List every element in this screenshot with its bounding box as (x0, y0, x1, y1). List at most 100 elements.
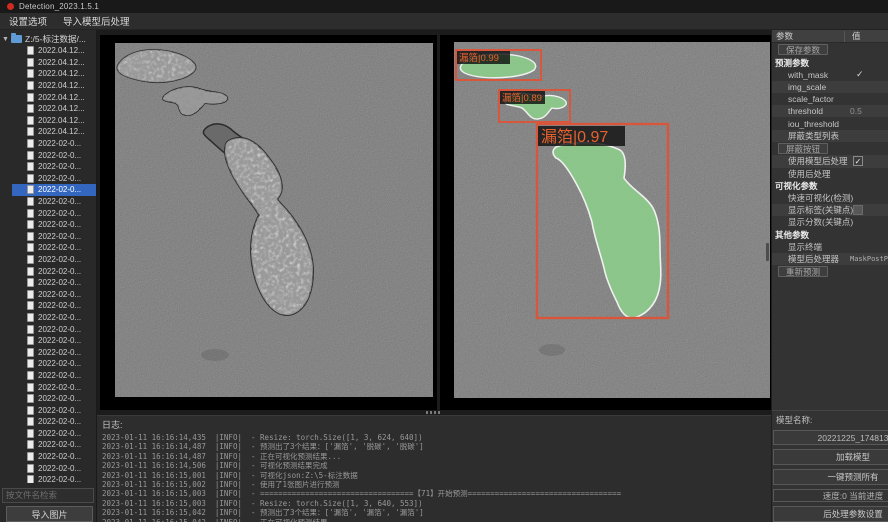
tree-item-label: 2022-02-0... (38, 325, 81, 334)
tree-item[interactable]: 2022.04.12... (0, 68, 96, 80)
file-icon (27, 348, 34, 357)
param-row[interactable]: 使用模型后处理✓ (772, 155, 888, 167)
param-row[interactable]: with_mask✓ (772, 69, 888, 81)
tree-item[interactable]: 2022-02-0... (0, 138, 96, 150)
menu-settings[interactable]: 设置选项 (9, 14, 47, 28)
tree-item[interactable]: 2022-02-0... (0, 173, 96, 185)
tree-item[interactable]: 2022-02-0... (0, 231, 96, 243)
param-row[interactable]: 使用后处理 (772, 168, 888, 180)
postprocess-params-button[interactable]: 后处理参数设置 (773, 506, 888, 522)
tree-item[interactable]: 2022-02-0... (0, 161, 96, 173)
prediction-image-panel[interactable]: 漏箔|0.99 漏箔|0.89 漏箔|0.97 (440, 35, 771, 410)
param-label: iou_threshold (772, 119, 839, 129)
param-row[interactable]: 显示标签(关键点) (772, 204, 888, 216)
tree-item[interactable]: 2022-02-0... (0, 265, 96, 277)
import-image-button[interactable]: 导入图片 (6, 506, 93, 522)
file-icon (27, 429, 34, 438)
tree-item[interactable]: 2022-02-0... (0, 242, 96, 254)
file-icon (27, 267, 34, 276)
param-row[interactable]: 屏蔽类型列表 (772, 130, 888, 142)
tree-item-label: 2022-02-0... (38, 336, 81, 345)
tree-item[interactable]: 2022-02-0... (0, 393, 96, 405)
tree-item[interactable]: 2022-02-0... (0, 277, 96, 289)
predict-all-button[interactable]: 一键预测所有 (773, 469, 888, 485)
tree-item-label: 2022.04.12... (38, 127, 85, 136)
param-row[interactable]: 显示终端 (772, 241, 888, 253)
tree-item[interactable]: 2022-02-0... (0, 381, 96, 393)
tree-item[interactable]: 2022-02-0... (0, 184, 96, 196)
model-name-box[interactable]: 20221225_174813 (773, 430, 888, 445)
log-line: 2023-01-11 16:16:15,003 |INFO| - Resize:… (102, 499, 771, 508)
tree-item[interactable]: 2022-02-0... (0, 462, 96, 474)
param-button-row: 重新预测 (772, 265, 888, 279)
panel-button[interactable]: 重新预测 (778, 266, 828, 277)
checkmark-icon: ✓ (856, 69, 864, 80)
tree-item[interactable]: 2022-02-0... (0, 451, 96, 463)
param-row[interactable]: iou_threshold (772, 117, 888, 129)
load-model-button[interactable]: 加载模型 (773, 449, 888, 465)
tree-item[interactable]: 2022.04.12... (0, 115, 96, 127)
tree-item[interactable]: 2022-02-0... (0, 254, 96, 266)
panel-button[interactable]: 屏蔽按钮 (778, 143, 828, 154)
file-search-box (2, 485, 94, 503)
tree-item[interactable]: 2022-02-0... (0, 288, 96, 300)
tree-item-label: 2022-02-0... (38, 232, 81, 241)
tree-item[interactable]: 2022-02-0... (0, 335, 96, 347)
search-input[interactable] (2, 488, 94, 503)
tree-item[interactable]: 2022-02-0... (0, 196, 96, 208)
tree-item[interactable]: 2022.04.12... (0, 57, 96, 69)
log-area: 日志: 2023-01-11 16:16:14,435 |INFO| - Res… (97, 415, 771, 522)
param-row[interactable]: scale_factor (772, 93, 888, 105)
param-section: 其他参数 (772, 228, 888, 240)
checkbox-unchecked[interactable] (853, 205, 863, 215)
param-label: 显示分数(关键点) (772, 216, 853, 228)
panel-button[interactable]: 保存参数 (778, 44, 828, 55)
tree-item[interactable]: 2022-02-0... (0, 416, 96, 428)
tree-item-label: 2022-02-0... (38, 139, 81, 148)
tree-item[interactable]: 2022.04.12... (0, 103, 96, 115)
tree-item[interactable]: 2022-02-0... (0, 312, 96, 324)
label-1: 漏箔|0.99 (459, 52, 499, 64)
tree-item-label: 2022-02-0... (38, 417, 81, 426)
tree-item[interactable]: 2022.04.12... (0, 80, 96, 92)
tree-item-label: 2022-02-0... (38, 290, 81, 299)
tree-item[interactable]: 2022-02-0... (0, 207, 96, 219)
tree-item[interactable]: 2022-02-0... (0, 323, 96, 335)
tree-item[interactable]: 2022-02-0... (0, 149, 96, 161)
param-row[interactable]: img_scale (772, 81, 888, 93)
tree-item[interactable]: 2022.04.12... (0, 126, 96, 138)
param-row[interactable]: 显示分数(关键点) (772, 216, 888, 228)
tree-item[interactable]: 2022-02-0... (0, 346, 96, 358)
tree-root[interactable]: ▼ Z:/5-标注数据/... (0, 33, 96, 45)
tree-item[interactable]: 2022-02-0... (0, 474, 96, 483)
tree-item[interactable]: 2022-02-0... (0, 370, 96, 382)
tree-item[interactable]: 2022.04.12... (0, 91, 96, 103)
checkbox-checked[interactable]: ✓ (853, 156, 863, 166)
param-row[interactable]: threshold0.5 (772, 105, 888, 117)
param-row[interactable]: 模型后处理器MaskPostPro (772, 253, 888, 265)
file-icon (27, 151, 34, 160)
file-icon (27, 417, 34, 426)
caret-down-icon[interactable]: ▼ (0, 36, 11, 43)
tree-item[interactable]: 2022-02-0... (0, 219, 96, 231)
param-row[interactable]: 快速可视化(检测) (772, 192, 888, 204)
file-icon (27, 290, 34, 299)
file-icon (27, 46, 34, 55)
tree-item-label: 2022-02-0... (38, 429, 81, 438)
file-icon (27, 162, 34, 171)
vertical-scrollbar[interactable] (766, 243, 769, 261)
tree-item-label: 2022-02-0... (38, 313, 81, 322)
file-icon (27, 197, 34, 206)
log-line: 2023-01-11 16:16:14,487 |INFO| - 预测出了3个结… (102, 442, 771, 451)
tree-item[interactable]: 2022-02-0... (0, 404, 96, 416)
tree-item-label: 2022-02-0... (38, 243, 81, 252)
tree-item[interactable]: 2022-02-0... (0, 428, 96, 440)
menu-import-postprocess[interactable]: 导入模型后处理 (63, 14, 130, 28)
tree-item[interactable]: 2022-02-0... (0, 439, 96, 451)
tree-item[interactable]: 2022-02-0... (0, 358, 96, 370)
original-image-panel[interactable] (100, 35, 437, 410)
file-icon (27, 301, 34, 310)
tree-item[interactable]: 2022-02-0... (0, 300, 96, 312)
param-label: 显示终端 (772, 241, 822, 253)
tree-item[interactable]: 2022.04.12... (0, 45, 96, 57)
